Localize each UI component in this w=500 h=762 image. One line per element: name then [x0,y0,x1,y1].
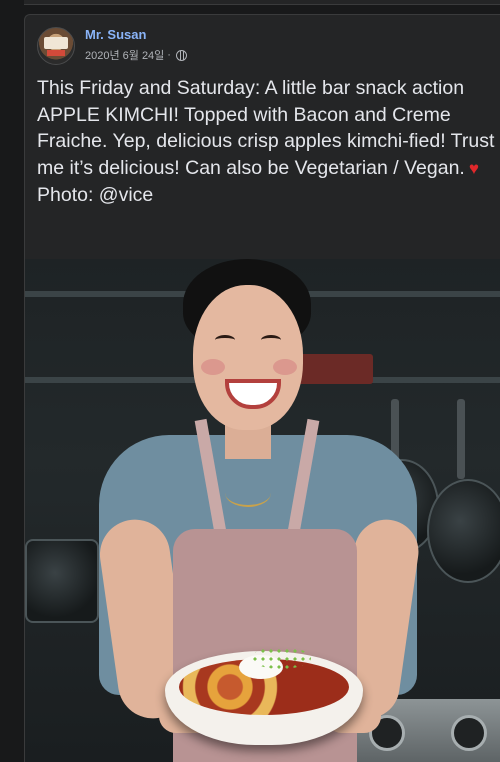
cheek [201,359,225,375]
post-meta: 2020년 6월 24일 · [85,47,187,63]
eye [261,335,281,345]
author-avatar[interactable] [37,27,75,65]
previous-post-edge [24,0,500,5]
cheek [273,359,297,375]
scallion-garnish [251,647,311,669]
globe-icon[interactable] [175,49,187,61]
post-date-link[interactable]: 2020년 6월 24일 [85,47,164,63]
heart-icon: ♥ [468,158,479,178]
post-text: This Friday and Saturday: A little bar s… [37,75,495,209]
post-body-text: This Friday and Saturday: A little bar s… [37,77,495,179]
post-photo-credit: Photo: @vice [37,184,154,206]
author-name-link[interactable]: Mr. Susan [85,27,146,42]
post-card: Mr. Susan 2020년 6월 24일 · This Friday and… [24,14,500,762]
post-photo[interactable] [25,259,500,762]
eye [215,335,235,345]
person [25,259,500,762]
meta-separator: · [167,49,171,61]
necklace [225,479,271,507]
